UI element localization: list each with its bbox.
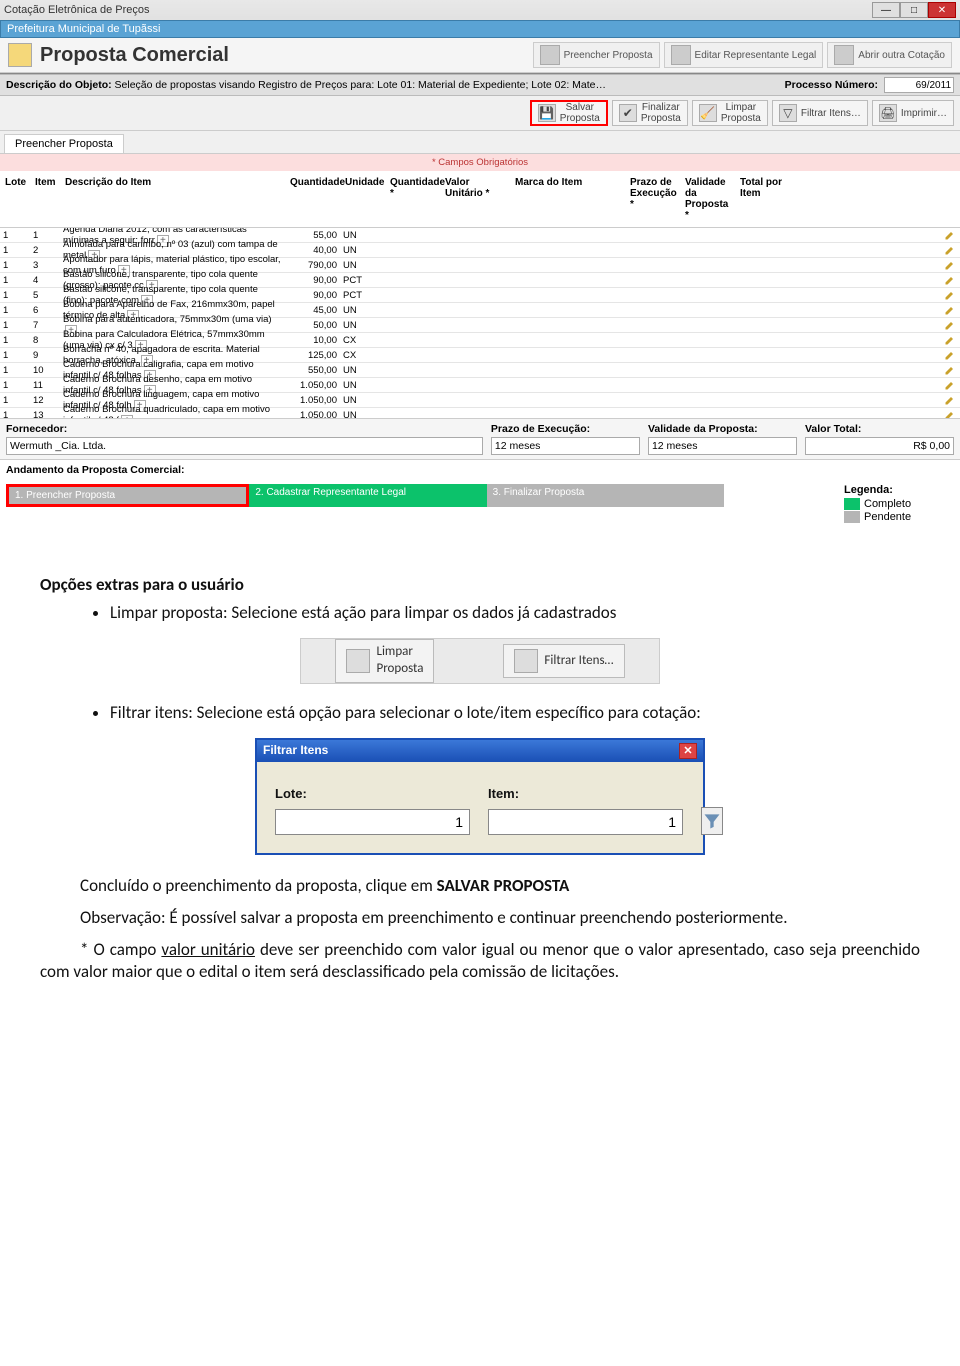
printer-icon: 🖨 [879,104,897,122]
edit-icon[interactable] [944,394,956,406]
limpar-proposta-button[interactable]: 🧹 Limpar Proposta [692,100,768,126]
col-qnt2: Quantidade * [387,175,442,223]
funnel-icon [702,811,722,831]
edit-icon[interactable] [944,289,956,301]
col-valid: Validade da Proposta * [682,175,737,223]
step-representante[interactable]: 2. Cadastrar Representante Legal [249,484,486,507]
save-icon: 💾 [538,104,556,122]
person-icon [671,45,691,65]
mini-limpar-button: Limpar Proposta [335,639,434,683]
edit-icon[interactable] [944,274,956,286]
dialog-filter-button [701,807,723,835]
fornecedor-input[interactable] [6,437,483,455]
inline-screenshot-toolbar: Limpar Proposta Filtrar Itens… [300,638,660,684]
doc-p2: Observação: É possível salvar a proposta… [40,907,920,929]
broom-icon: 🧹 [699,104,717,122]
edit-icon[interactable] [944,364,956,376]
broom-icon [346,649,370,673]
total-input [805,437,954,455]
legend-completo: Completo [864,498,911,510]
step-finalizar[interactable]: 3. Finalizar Proposta [487,484,724,507]
edit-icon[interactable] [944,319,956,331]
dialog-lote-label: Lote: [275,786,470,803]
edit-icon[interactable] [944,304,956,316]
imprimir-button[interactable]: 🖨 Imprimir… [872,100,954,126]
maximize-button[interactable]: □ [900,2,928,18]
col-prazo: Prazo de Execução * [627,175,682,223]
validade-label: Validade da Proposta: [648,423,797,435]
close-button[interactable]: ✕ [928,2,956,18]
window-title: Cotação Eletrônica de Preços [4,4,150,16]
col-marca: Marca do Item [512,175,627,223]
edit-icon[interactable] [944,259,956,271]
edit-icon[interactable] [944,379,956,391]
dialog-close-button: ✕ [679,743,697,759]
doc-p3: * O campo valor unitário deve ser preenc… [40,939,920,983]
prazo-label: Prazo de Execução: [491,423,640,435]
obj-desc-label: Descrição do Objeto: [6,79,112,91]
andamento-label: Andamento da Proposta Comercial: [0,459,960,480]
edit-icon[interactable] [944,409,956,418]
tab-preencher-proposta[interactable]: Preencher Proposta [4,134,124,153]
doc-p1: Concluído o preenchimento da proposta, c… [40,875,920,897]
col-lote: Lote [2,175,32,223]
edit-icon[interactable] [944,334,956,346]
check-icon: ✔ [619,104,637,122]
inline-screenshot-dialog: Filtrar Itens ✕ Lote: Item: [255,738,705,855]
col-total: Total por Item [737,175,807,223]
edit-icon[interactable] [944,229,956,241]
prazo-input[interactable] [491,437,640,455]
proc-label: Processo Número: [785,79,878,91]
validade-input[interactable] [648,437,797,455]
form-icon [540,45,560,65]
edit-icon[interactable] [944,244,956,256]
finalizar-proposta-button[interactable]: ✔ Finalizar Proposta [612,100,688,126]
required-fields-notice: * Campos Obrigatórios [0,154,960,171]
dialog-item-input [488,809,683,835]
page-icon [8,43,32,67]
expand-icon[interactable]: + [121,415,133,419]
doc-heading: Opções extras para o usuário [40,574,920,596]
doc-bullet-filtrar: Filtrar itens: Selecione está opção para… [110,702,920,724]
action-abrir-cotacao[interactable]: Abrir outra Cotação [827,42,952,68]
total-label: Valor Total: [805,423,954,435]
filter-icon [514,649,538,673]
filtrar-itens-button[interactable]: ▽ Filtrar Itens… [772,100,868,126]
action-editar-representante[interactable]: Editar Representante Legal [664,42,824,68]
col-item: Item [32,175,62,223]
dialog-item-label: Item: [488,786,683,803]
salvar-proposta-button[interactable]: 💾 Salvar Proposta [530,100,608,126]
dialog-lote-input [275,809,470,835]
col-qnt: Quantidade [287,175,342,223]
col-un: Unidade [342,175,387,223]
doc-bullet-limpar: Limpar proposta: Selecione está ação par… [110,602,920,624]
legend-pendente: Pendente [864,511,911,523]
table-row[interactable]: 113Caderno Brochura quadriculado, capa e… [0,408,960,418]
col-val: Valor Unitário * [442,175,512,223]
org-subtitle: Prefeitura Municipal de Tupãssi [0,20,960,38]
legend-pendente-box [844,511,860,523]
minimize-button[interactable]: — [872,2,900,18]
step-preencher[interactable]: 1. Preencher Proposta [6,484,249,507]
fornecedor-label: Fornecedor: [6,423,483,435]
folder-icon [834,45,854,65]
mini-filtrar-button: Filtrar Itens… [503,644,624,678]
obj-desc-text: Seleção de propostas visando Registro de… [115,79,606,91]
col-desc: Descrição do Item [62,175,287,223]
action-preencher-proposta[interactable]: Preencher Proposta [533,42,660,68]
page-title: Proposta Comercial [40,44,229,67]
dialog-title: Filtrar Itens [263,743,328,759]
edit-icon[interactable] [944,349,956,361]
filter-icon: ▽ [779,104,797,122]
legend-label: Legenda: [844,484,954,496]
legend-completo-box [844,498,860,510]
proc-number-input[interactable] [884,77,954,93]
